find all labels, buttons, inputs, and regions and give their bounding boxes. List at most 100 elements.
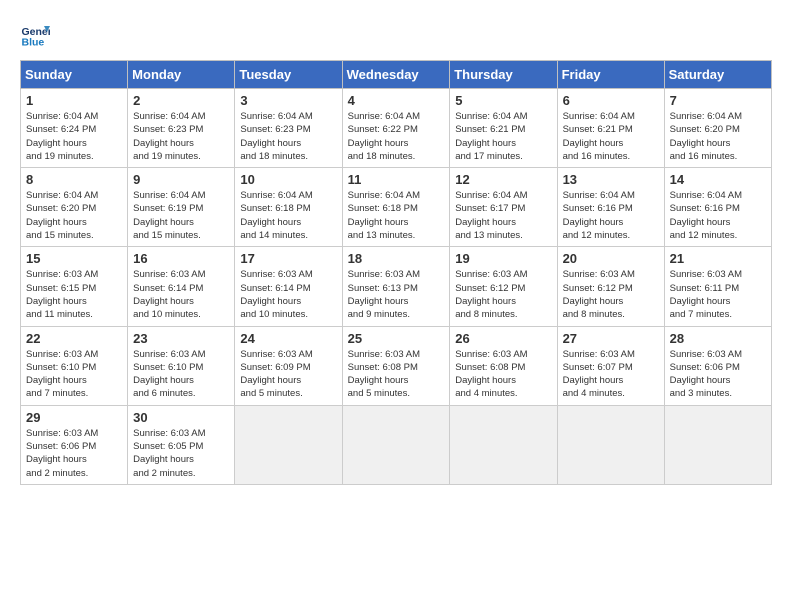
calendar-cell <box>342 405 450 484</box>
calendar-cell <box>557 405 664 484</box>
day-number: 1 <box>26 93 122 108</box>
calendar-cell: 26 Sunrise: 6:03 AM Sunset: 6:08 PM Dayl… <box>450 326 557 405</box>
day-detail: Sunrise: 6:04 AM Sunset: 6:23 PM Dayligh… <box>133 110 229 163</box>
calendar-cell: 15 Sunrise: 6:03 AM Sunset: 6:15 PM Dayl… <box>21 247 128 326</box>
day-number: 8 <box>26 172 122 187</box>
day-detail: Sunrise: 6:04 AM Sunset: 6:18 PM Dayligh… <box>240 189 336 242</box>
day-number: 14 <box>670 172 766 187</box>
calendar-cell: 27 Sunrise: 6:03 AM Sunset: 6:07 PM Dayl… <box>557 326 664 405</box>
svg-text:Blue: Blue <box>22 37 45 49</box>
day-detail: Sunrise: 6:03 AM Sunset: 6:06 PM Dayligh… <box>670 348 766 401</box>
calendar-cell: 21 Sunrise: 6:03 AM Sunset: 6:11 PM Dayl… <box>664 247 771 326</box>
day-detail: Sunrise: 6:04 AM Sunset: 6:21 PM Dayligh… <box>563 110 659 163</box>
day-detail: Sunrise: 6:03 AM Sunset: 6:12 PM Dayligh… <box>455 268 551 321</box>
calendar-cell: 13 Sunrise: 6:04 AM Sunset: 6:16 PM Dayl… <box>557 168 664 247</box>
day-number: 18 <box>348 251 445 266</box>
day-detail: Sunrise: 6:04 AM Sunset: 6:21 PM Dayligh… <box>455 110 551 163</box>
calendar-cell: 12 Sunrise: 6:04 AM Sunset: 6:17 PM Dayl… <box>450 168 557 247</box>
day-detail: Sunrise: 6:04 AM Sunset: 6:20 PM Dayligh… <box>26 189 122 242</box>
day-detail: Sunrise: 6:03 AM Sunset: 6:13 PM Dayligh… <box>348 268 445 321</box>
day-number: 21 <box>670 251 766 266</box>
calendar-cell: 2 Sunrise: 6:04 AM Sunset: 6:23 PM Dayli… <box>128 89 235 168</box>
day-number: 12 <box>455 172 551 187</box>
day-detail: Sunrise: 6:04 AM Sunset: 6:16 PM Dayligh… <box>670 189 766 242</box>
logo: General Blue <box>20 20 50 50</box>
weekday-header-saturday: Saturday <box>664 61 771 89</box>
weekday-header-friday: Friday <box>557 61 664 89</box>
calendar-cell <box>450 405 557 484</box>
day-detail: Sunrise: 6:04 AM Sunset: 6:17 PM Dayligh… <box>455 189 551 242</box>
calendar-cell: 1 Sunrise: 6:04 AM Sunset: 6:24 PM Dayli… <box>21 89 128 168</box>
page-header: General Blue <box>20 20 772 50</box>
day-detail: Sunrise: 6:03 AM Sunset: 6:11 PM Dayligh… <box>670 268 766 321</box>
day-number: 10 <box>240 172 336 187</box>
day-number: 20 <box>563 251 659 266</box>
calendar-cell: 25 Sunrise: 6:03 AM Sunset: 6:08 PM Dayl… <box>342 326 450 405</box>
calendar-cell: 6 Sunrise: 6:04 AM Sunset: 6:21 PM Dayli… <box>557 89 664 168</box>
day-number: 3 <box>240 93 336 108</box>
calendar-table: SundayMondayTuesdayWednesdayThursdayFrid… <box>20 60 772 485</box>
calendar-cell: 10 Sunrise: 6:04 AM Sunset: 6:18 PM Dayl… <box>235 168 342 247</box>
day-number: 11 <box>348 172 445 187</box>
weekday-header-thursday: Thursday <box>450 61 557 89</box>
day-number: 16 <box>133 251 229 266</box>
day-detail: Sunrise: 6:03 AM Sunset: 6:08 PM Dayligh… <box>455 348 551 401</box>
weekday-header-monday: Monday <box>128 61 235 89</box>
day-detail: Sunrise: 6:04 AM Sunset: 6:19 PM Dayligh… <box>133 189 229 242</box>
day-detail: Sunrise: 6:04 AM Sunset: 6:20 PM Dayligh… <box>670 110 766 163</box>
day-number: 6 <box>563 93 659 108</box>
calendar-cell: 18 Sunrise: 6:03 AM Sunset: 6:13 PM Dayl… <box>342 247 450 326</box>
weekday-header-wednesday: Wednesday <box>342 61 450 89</box>
day-detail: Sunrise: 6:04 AM Sunset: 6:16 PM Dayligh… <box>563 189 659 242</box>
calendar-cell: 7 Sunrise: 6:04 AM Sunset: 6:20 PM Dayli… <box>664 89 771 168</box>
weekday-header-sunday: Sunday <box>21 61 128 89</box>
day-number: 15 <box>26 251 122 266</box>
calendar-cell <box>664 405 771 484</box>
calendar-cell: 20 Sunrise: 6:03 AM Sunset: 6:12 PM Dayl… <box>557 247 664 326</box>
day-number: 19 <box>455 251 551 266</box>
day-number: 29 <box>26 410 122 425</box>
day-number: 28 <box>670 331 766 346</box>
weekday-header-tuesday: Tuesday <box>235 61 342 89</box>
logo-icon: General Blue <box>20 20 50 50</box>
day-detail: Sunrise: 6:04 AM Sunset: 6:24 PM Dayligh… <box>26 110 122 163</box>
day-detail: Sunrise: 6:04 AM Sunset: 6:23 PM Dayligh… <box>240 110 336 163</box>
day-number: 23 <box>133 331 229 346</box>
calendar-cell: 28 Sunrise: 6:03 AM Sunset: 6:06 PM Dayl… <box>664 326 771 405</box>
day-detail: Sunrise: 6:03 AM Sunset: 6:14 PM Dayligh… <box>133 268 229 321</box>
day-number: 26 <box>455 331 551 346</box>
calendar-cell: 30 Sunrise: 6:03 AM Sunset: 6:05 PM Dayl… <box>128 405 235 484</box>
calendar-cell: 4 Sunrise: 6:04 AM Sunset: 6:22 PM Dayli… <box>342 89 450 168</box>
calendar-cell: 16 Sunrise: 6:03 AM Sunset: 6:14 PM Dayl… <box>128 247 235 326</box>
day-detail: Sunrise: 6:03 AM Sunset: 6:08 PM Dayligh… <box>348 348 445 401</box>
calendar-cell: 23 Sunrise: 6:03 AM Sunset: 6:10 PM Dayl… <box>128 326 235 405</box>
calendar-cell: 24 Sunrise: 6:03 AM Sunset: 6:09 PM Dayl… <box>235 326 342 405</box>
calendar-cell: 22 Sunrise: 6:03 AM Sunset: 6:10 PM Dayl… <box>21 326 128 405</box>
day-number: 25 <box>348 331 445 346</box>
day-detail: Sunrise: 6:03 AM Sunset: 6:06 PM Dayligh… <box>26 427 122 480</box>
calendar-cell <box>235 405 342 484</box>
day-detail: Sunrise: 6:03 AM Sunset: 6:15 PM Dayligh… <box>26 268 122 321</box>
day-number: 22 <box>26 331 122 346</box>
day-detail: Sunrise: 6:04 AM Sunset: 6:18 PM Dayligh… <box>348 189 445 242</box>
day-detail: Sunrise: 6:03 AM Sunset: 6:12 PM Dayligh… <box>563 268 659 321</box>
calendar-cell: 3 Sunrise: 6:04 AM Sunset: 6:23 PM Dayli… <box>235 89 342 168</box>
calendar-cell: 14 Sunrise: 6:04 AM Sunset: 6:16 PM Dayl… <box>664 168 771 247</box>
day-detail: Sunrise: 6:03 AM Sunset: 6:09 PM Dayligh… <box>240 348 336 401</box>
calendar-cell: 9 Sunrise: 6:04 AM Sunset: 6:19 PM Dayli… <box>128 168 235 247</box>
day-number: 5 <box>455 93 551 108</box>
calendar-cell: 5 Sunrise: 6:04 AM Sunset: 6:21 PM Dayli… <box>450 89 557 168</box>
day-number: 30 <box>133 410 229 425</box>
day-number: 13 <box>563 172 659 187</box>
day-detail: Sunrise: 6:04 AM Sunset: 6:22 PM Dayligh… <box>348 110 445 163</box>
day-detail: Sunrise: 6:03 AM Sunset: 6:14 PM Dayligh… <box>240 268 336 321</box>
day-number: 17 <box>240 251 336 266</box>
day-detail: Sunrise: 6:03 AM Sunset: 6:10 PM Dayligh… <box>133 348 229 401</box>
calendar-cell: 19 Sunrise: 6:03 AM Sunset: 6:12 PM Dayl… <box>450 247 557 326</box>
calendar-cell: 29 Sunrise: 6:03 AM Sunset: 6:06 PM Dayl… <box>21 405 128 484</box>
day-number: 4 <box>348 93 445 108</box>
day-detail: Sunrise: 6:03 AM Sunset: 6:07 PM Dayligh… <box>563 348 659 401</box>
calendar-cell: 17 Sunrise: 6:03 AM Sunset: 6:14 PM Dayl… <box>235 247 342 326</box>
day-detail: Sunrise: 6:03 AM Sunset: 6:10 PM Dayligh… <box>26 348 122 401</box>
calendar-cell: 11 Sunrise: 6:04 AM Sunset: 6:18 PM Dayl… <box>342 168 450 247</box>
